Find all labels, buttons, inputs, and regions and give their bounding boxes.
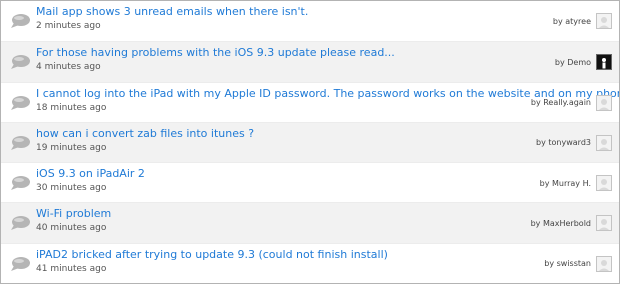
speech-bubble-icon	[11, 95, 30, 110]
speech-bubble-icon	[11, 14, 30, 28]
thread-timestamp: 30 minutes ago	[36, 183, 107, 194]
thread-row[interactable]: iOS 9.3 on iPadAir 2 30 minutes ago by M…	[1, 162, 619, 202]
thread-timestamp: 18 minutes ago	[36, 102, 107, 113]
default-avatar-icon[interactable]	[596, 175, 612, 192]
thread-timestamp: 40 minutes ago	[36, 223, 107, 234]
thread-author[interactable]: by swisstan	[544, 244, 591, 283]
thread-author[interactable]: by Murray H.	[540, 163, 591, 203]
thread-timestamp: 41 minutes ago	[36, 263, 107, 274]
thread-row[interactable]: I cannot log into the iPad with my Apple…	[1, 81, 619, 123]
thread-timestamp: 19 minutes ago	[36, 142, 107, 153]
default-avatar-icon[interactable]	[596, 134, 612, 151]
discussion-list: Mail app shows 3 unread emails when ther…	[0, 0, 620, 284]
thread-row[interactable]: Mail app shows 3 unread emails when ther…	[1, 1, 619, 41]
thread-title-link[interactable]: how can i convert zab files into itunes …	[36, 127, 254, 141]
thread-author[interactable]: by tonyward3	[536, 123, 591, 163]
thread-title-link[interactable]: iOS 9.3 on iPadAir 2	[36, 167, 145, 181]
thread-title-link[interactable]: Wi-Fi problem	[36, 207, 111, 221]
thread-row[interactable]: iPAD2 bricked after trying to update 9.3…	[1, 242, 619, 283]
dark-user-avatar-icon[interactable]	[596, 54, 612, 71]
speech-bubble-icon	[11, 216, 30, 231]
thread-author[interactable]: by atyree	[553, 1, 591, 41]
thread-title-link[interactable]: iPAD2 bricked after trying to update 9.3…	[36, 248, 388, 262]
default-avatar-icon[interactable]	[596, 13, 612, 29]
thread-title-link[interactable]: Mail app shows 3 unread emails when ther…	[36, 5, 308, 19]
speech-bubble-icon	[11, 135, 30, 150]
speech-bubble-icon	[11, 176, 30, 191]
speech-bubble-icon	[11, 55, 30, 70]
default-avatar-icon[interactable]	[596, 94, 612, 111]
thread-timestamp: 2 minutes ago	[36, 21, 101, 31]
thread-author[interactable]: by MaxHerbold	[531, 203, 591, 243]
thread-row[interactable]: For those having problems with the iOS 9…	[1, 41, 619, 82]
thread-row[interactable]: how can i convert zab files into itunes …	[1, 121, 619, 163]
thread-row[interactable]: Wi-Fi problem 40 minutes ago by MaxHerbo…	[1, 202, 619, 243]
thread-author[interactable]: by Really.again	[531, 83, 591, 123]
thread-timestamp: 4 minutes ago	[36, 62, 101, 73]
thread-author[interactable]: by Demo	[555, 42, 591, 82]
default-avatar-icon[interactable]	[596, 255, 612, 272]
speech-bubble-icon	[11, 256, 30, 271]
default-avatar-icon[interactable]	[596, 215, 612, 232]
thread-title-link[interactable]: For those having problems with the iOS 9…	[36, 46, 395, 60]
